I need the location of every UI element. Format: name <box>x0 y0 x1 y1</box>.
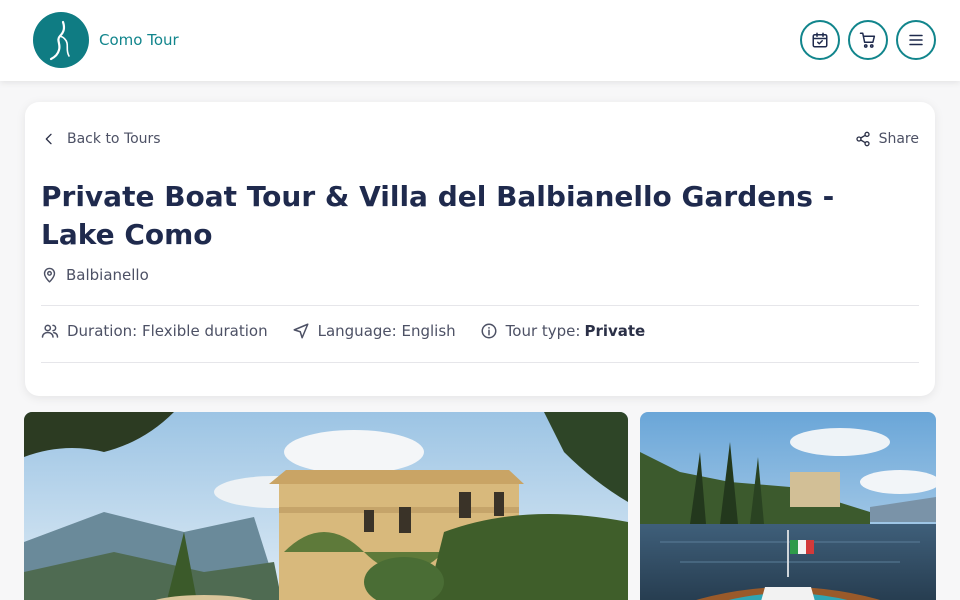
language-label: Language: <box>317 322 397 340</box>
logo-icon <box>33 12 89 68</box>
cart-button[interactable] <box>848 20 888 60</box>
info-icon <box>481 323 497 339</box>
navigation-icon <box>293 323 309 339</box>
meta-language: Language: English <box>292 322 456 340</box>
tour-info-card: Back to Tours Share Private Boat Tour & … <box>25 102 935 396</box>
logo-link[interactable]: Como Tour <box>33 12 179 68</box>
share-label: Share <box>878 131 919 147</box>
language-value: English <box>401 322 456 340</box>
share-icon <box>855 131 870 147</box>
back-to-tours-link[interactable]: Back to Tours <box>41 131 161 147</box>
chevron-left-icon <box>45 133 52 145</box>
cart-icon <box>859 32 876 48</box>
share-button[interactable]: Share <box>855 131 919 147</box>
calendar-button[interactable] <box>800 20 840 60</box>
divider-bottom <box>41 362 919 363</box>
tour-meta-row: Duration: Flexible duration Language: En… <box>41 322 669 340</box>
divider-top <box>41 305 919 306</box>
logo-text: Como Tour <box>99 31 179 49</box>
map-pin-icon <box>43 267 56 283</box>
tour-type-label: Tour type: <box>505 322 581 340</box>
tour-location: Balbianello <box>41 266 149 284</box>
menu-icon <box>909 34 923 46</box>
meta-duration: Duration: Flexible duration <box>41 322 268 340</box>
duration-value: Flexible duration <box>141 322 268 340</box>
back-label: Back to Tours <box>67 131 161 147</box>
villa-photo[interactable] <box>24 412 628 600</box>
location-text: Balbianello <box>66 266 149 284</box>
meta-tour-type: Tour type: Private <box>480 322 646 340</box>
duration-label: Duration: <box>67 322 138 340</box>
menu-button[interactable] <box>896 20 936 60</box>
site-header: Como Tour <box>0 0 960 81</box>
tour-type-value: Private <box>584 322 646 340</box>
page-title: Private Boat Tour & Villa del Balbianell… <box>41 180 835 251</box>
boat-photo[interactable] <box>640 412 936 600</box>
calendar-check-icon <box>812 32 828 48</box>
users-icon <box>41 324 59 338</box>
